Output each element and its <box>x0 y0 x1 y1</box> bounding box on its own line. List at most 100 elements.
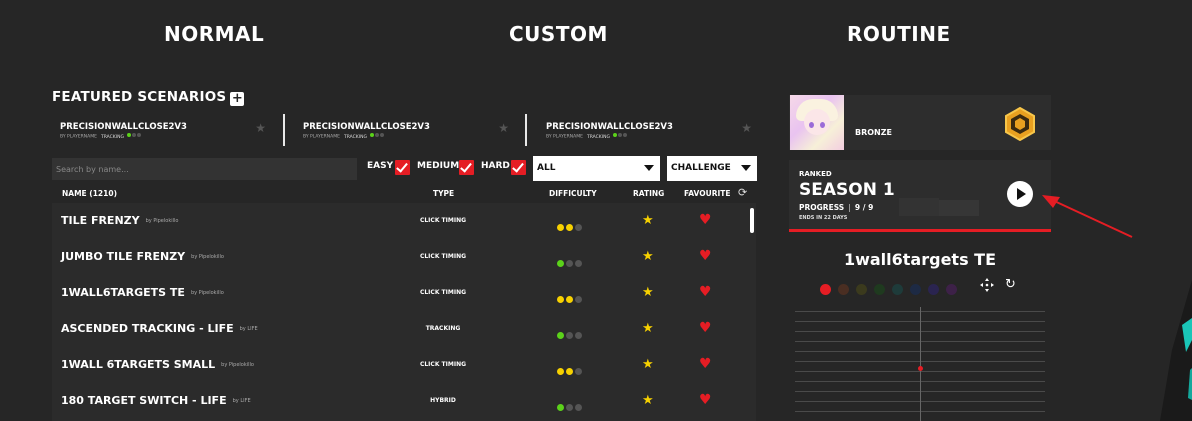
table-row[interactable]: 1WALL 6TARGETS SMALL by Pipelokillo CLICK… <box>52 347 748 383</box>
difficulty-dots <box>557 324 584 343</box>
scenario-list: TILE FRENZY by Pipelokillo CLICK TIMING ★… <box>52 203 756 421</box>
scenario-type: CLICK TIMING <box>419 253 467 260</box>
search-input[interactable] <box>52 158 357 180</box>
difficulty-dots <box>370 133 385 139</box>
featured-card[interactable]: PRECISIONWALLCLOSE2V3 BY PLAYERNAME TRACK… <box>538 114 756 146</box>
list-scrollbar[interactable] <box>750 208 754 233</box>
header-difficulty[interactable]: DIFFICULTY <box>549 189 597 198</box>
rank-name: BRONZE <box>855 128 893 137</box>
nav-normal[interactable]: NORMAL <box>164 22 264 46</box>
category-select[interactable]: ALL <box>533 156 660 181</box>
move-icon[interactable] <box>980 278 994 292</box>
table-row[interactable]: 1WALL6TARGETS TE by Pipelokillo CLICK TIM… <box>52 275 748 311</box>
scenario-type: HYBRID <box>430 397 456 404</box>
chevron-down-icon <box>741 165 751 171</box>
divider <box>525 114 527 146</box>
bronze-badge-icon <box>1005 107 1035 141</box>
star-icon[interactable]: ★ <box>642 285 654 300</box>
medium-checkbox[interactable] <box>459 160 474 175</box>
star-icon[interactable]: ★ <box>255 121 266 135</box>
table-row[interactable]: 180 TARGET SWITCH - LIFE by LIFE HYBRID ★… <box>52 383 748 419</box>
scenario-name: ASCENDED TRACKING - LIFE <box>61 322 234 335</box>
heart-icon[interactable]: ♥ <box>699 392 712 408</box>
color-swatch[interactable] <box>946 284 957 295</box>
scenario-type: TRACKING <box>425 325 461 332</box>
nav-custom[interactable]: CUSTOM <box>509 22 608 46</box>
divider <box>283 114 285 146</box>
nav-routine[interactable]: ROUTINE <box>847 22 951 46</box>
color-swatch[interactable] <box>820 284 831 295</box>
heart-icon[interactable]: ♥ <box>699 320 712 336</box>
color-swatch[interactable] <box>856 284 867 295</box>
color-swatch[interactable] <box>928 284 939 295</box>
featured-card-meta: BY PLAYERNAME TRACKING <box>303 133 385 140</box>
difficulty-dots <box>557 360 584 379</box>
scenario-name: TILE FRENZY <box>61 214 140 227</box>
scenario-author: by Pipelokillo <box>221 362 254 368</box>
difficulty-dots <box>613 133 628 139</box>
header-name[interactable]: NAME (1210) <box>62 189 117 198</box>
season-progress-bar <box>789 229 1051 232</box>
heart-icon[interactable]: ♥ <box>699 248 712 264</box>
difficulty-dots <box>557 216 584 235</box>
mode-select[interactable]: CHALLENGE <box>667 156 757 181</box>
header-type[interactable]: TYPE <box>433 189 454 198</box>
scenario-name: 180 TARGET SWITCH - LIFE <box>61 394 227 407</box>
featured-card-meta: BY PLAYERNAME TRACKING <box>60 133 142 140</box>
header-favourite[interactable]: FAVOURITE <box>684 189 731 198</box>
ranked-label: RANKED <box>799 170 832 178</box>
featured-card-name: PRECISIONWALLCLOSE2V3 <box>303 122 430 132</box>
featured-scenarios-title: FEATURED SCENARIOS + <box>52 89 245 106</box>
background-decoration <box>1160 280 1192 421</box>
refresh-icon[interactable]: ⟳ <box>738 186 747 199</box>
star-icon[interactable]: ★ <box>741 121 752 135</box>
star-icon[interactable]: ★ <box>642 249 654 264</box>
scenario-author: by LIFE <box>239 326 258 332</box>
star-icon[interactable]: ★ <box>642 213 654 228</box>
medium-label: MEDIUM <box>417 161 460 171</box>
scenario-name: 1WALL 6TARGETS SMALL <box>61 358 216 371</box>
scenario-type: CLICK TIMING <box>419 361 467 368</box>
difficulty-dots <box>557 396 584 415</box>
play-button[interactable] <box>1007 181 1033 207</box>
heart-icon[interactable]: ♥ <box>699 284 712 300</box>
scenario-author: by Pipelokillo <box>191 254 224 260</box>
featured-card[interactable]: PRECISIONWALLCLOSE2V3 BY PLAYERNAME TRACK… <box>52 114 270 146</box>
header-rating[interactable]: RATING <box>633 189 664 198</box>
avatar[interactable] <box>790 95 844 150</box>
featured-card-name: PRECISIONWALLCLOSE2V3 <box>546 122 673 132</box>
scenario-author: by Pipelokillo <box>145 218 179 224</box>
color-swatch[interactable] <box>874 284 885 295</box>
star-icon[interactable]: ★ <box>642 393 654 408</box>
scenario-name: 1WALL6TARGETS TE <box>61 286 185 299</box>
difficulty-dots <box>557 252 584 271</box>
annotation-arrow-icon <box>1042 195 1133 238</box>
add-featured-icon[interactable]: + <box>230 92 245 106</box>
star-icon[interactable]: ★ <box>642 357 654 372</box>
difficulty-dots <box>127 133 142 139</box>
scenario-type: CLICK TIMING <box>419 289 467 296</box>
table-row[interactable]: ASCENDED TRACKING - LIFE by LIFE TRACKING… <box>52 311 748 347</box>
hard-checkbox[interactable] <box>511 160 526 175</box>
table-row[interactable]: JUMBO TILE FRENZY by Pipelokillo CLICK TI… <box>52 239 748 275</box>
color-swatch[interactable] <box>910 284 921 295</box>
heart-icon[interactable]: ♥ <box>699 212 712 228</box>
star-icon[interactable]: ★ <box>642 321 654 336</box>
top-nav: NORMAL CUSTOM ROUTINE <box>0 22 1192 52</box>
color-swatch[interactable] <box>892 284 903 295</box>
color-swatch[interactable] <box>838 284 849 295</box>
featured-card[interactable]: PRECISIONWALLCLOSE2V3 BY PLAYERNAME TRACK… <box>295 114 513 146</box>
heart-icon[interactable]: ♥ <box>699 356 712 372</box>
target-dot <box>918 366 923 371</box>
season-progress: PROGRESS | 9 / 9 <box>799 203 874 212</box>
season-ends: ENDS IN 22 DAYS <box>799 215 848 221</box>
scenario-preview-title: 1wall6targets TE <box>843 250 997 269</box>
table-row[interactable]: TILE FRENZY by Pipelokillo CLICK TIMING ★… <box>52 203 748 239</box>
easy-checkbox[interactable] <box>395 160 410 175</box>
easy-label: EASY <box>367 161 394 171</box>
scenario-author: by Pipelokillo <box>190 290 224 296</box>
scenario-author: by LIFE <box>232 398 251 404</box>
star-icon[interactable]: ★ <box>498 121 509 135</box>
reset-icon[interactable]: ↻ <box>1005 277 1016 292</box>
scenario-type: CLICK TIMING <box>419 217 467 224</box>
